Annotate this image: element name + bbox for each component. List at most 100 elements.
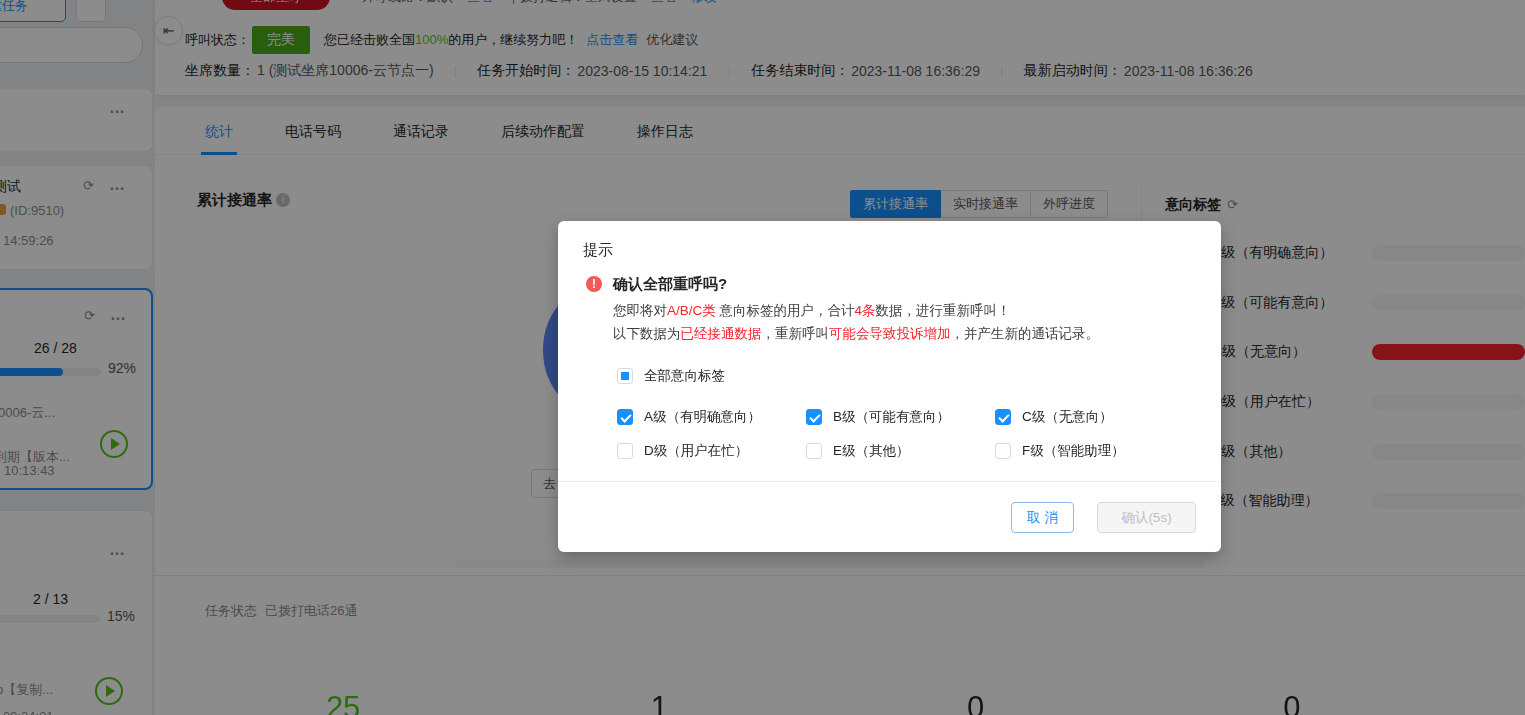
dialog-text-2: 以下数据为已经接通数据，重新呼叫可能会导致投诉增加，并产生新的通话记录。 xyxy=(613,325,1099,343)
chart-toggle-group: 累计接通率实时接通率外呼进度 xyxy=(850,190,1108,218)
more-icon[interactable]: … xyxy=(109,541,126,559)
collapse-sidebar-button[interactable]: ⇤ xyxy=(154,16,183,45)
status-text: 您已经击败全国100%的用户，继续努力吧！ xyxy=(324,31,578,49)
intent-row-bar xyxy=(1372,344,1525,360)
clipped-link[interactable]: 查看 xyxy=(651,0,677,6)
intent-row: D级（用户在忙） xyxy=(1212,377,1525,427)
refresh-icon[interactable]: ⟳ xyxy=(83,178,94,193)
intent-checkbox[interactable]: A级（有明确意向） xyxy=(617,408,806,426)
task-card-bottom[interactable]: … 2 / 13 15% p【复制... 09:34:31 xyxy=(0,510,153,715)
dialog-heading: 确认全部重呼吗? xyxy=(613,275,727,294)
tab-4[interactable]: 后续动作配置 xyxy=(501,107,585,155)
intent-row-bar xyxy=(1372,245,1525,261)
latest-value: 2023-11-08 16:36:26 xyxy=(1124,63,1253,79)
checkbox-label: A级（有明确意向） xyxy=(644,408,761,426)
clipped-text: ｜拨打逻辑：全局设置 xyxy=(507,0,637,6)
task-count: 26 / 28 xyxy=(34,340,77,356)
intent-checkbox[interactable]: D级（用户在忙） xyxy=(617,442,806,460)
agents-value: 1 (测试坐席10006-云节点一) xyxy=(257,62,434,80)
stat-value: 1 xyxy=(501,690,817,715)
clipped-link[interactable]: 修改 xyxy=(691,0,717,6)
task-card-selected[interactable]: ⟳ … 26 / 28 92% 0006-云... 到期【版本... 10:13… xyxy=(0,288,153,490)
intent-checkbox[interactable]: E级（其他） xyxy=(806,442,995,460)
start-value: 2023-08-15 10:14:21 xyxy=(577,63,707,79)
checkbox-checked-icon[interactable] xyxy=(617,409,633,425)
chart-toggle-2[interactable]: 实时接通率 xyxy=(941,190,1031,218)
intent-checkbox[interactable]: F级（智能助理） xyxy=(995,442,1125,460)
chart-toggle-3[interactable]: 外呼进度 xyxy=(1031,190,1108,218)
task-card-test[interactable]: 测试 ⟳ … (ID:9510) 14:59:26 xyxy=(0,165,153,270)
task-time: 10:13:43 xyxy=(4,463,55,478)
cancel-button[interactable]: 取 消 xyxy=(1011,502,1074,533)
clipped-toolbar: 全部重呼 外呼线路：默认 查看 ｜拨打逻辑：全局设置 查看 修改 xyxy=(196,0,717,10)
task-sidebar: 新建任务 … 测试 ⟳ … (ID:9510) 14:59:26 ⟳ … 26 … xyxy=(0,0,155,715)
task-line1: p【复制... xyxy=(0,681,53,699)
checkbox-icon[interactable] xyxy=(995,443,1011,459)
intent-row-label: D级（用户在忙） xyxy=(1212,393,1372,411)
stat-value: 25 xyxy=(185,690,501,715)
tab-2[interactable]: 电话号码 xyxy=(285,107,341,155)
sidebar-mini-button[interactable] xyxy=(76,0,106,22)
checkbox-icon[interactable] xyxy=(617,443,633,459)
intent-row-label: A级（有明确意向） xyxy=(1212,244,1372,262)
intent-row-label: F级（智能助理） xyxy=(1212,492,1372,510)
horizontal-scrollbar[interactable] xyxy=(455,560,1205,568)
task-line1: 0006-云... xyxy=(0,404,55,422)
refresh-icon[interactable]: ⟳ xyxy=(1227,197,1238,212)
play-button[interactable] xyxy=(100,430,128,458)
checkbox-label: D级（用户在忙） xyxy=(644,442,748,460)
intent-row: E级（其他） xyxy=(1212,427,1525,477)
new-task-button[interactable]: 新建任务 xyxy=(0,0,66,22)
intent-row-bar xyxy=(1372,394,1525,410)
intent-row-label: C级（无意向） xyxy=(1212,343,1372,361)
checkbox-checked-icon[interactable] xyxy=(995,409,1011,425)
all-intent-checkbox[interactable]: 全部意向标签 xyxy=(617,367,725,385)
tab-5[interactable]: 操作日志 xyxy=(637,107,693,155)
checkbox-indeterminate-icon[interactable] xyxy=(617,368,633,384)
task-time: 14:59:26 xyxy=(3,233,54,248)
call-status-label: 呼叫状态： xyxy=(185,31,250,49)
checkbox-icon[interactable] xyxy=(806,443,822,459)
confirm-button[interactable]: 确认(5s) xyxy=(1097,502,1196,533)
status-badge: 完美 xyxy=(252,26,310,54)
suggestion-text: 优化建议 xyxy=(646,31,698,49)
separator: ｜ xyxy=(996,63,1008,80)
clipped-link[interactable]: 查看 xyxy=(467,0,493,6)
play-button[interactable] xyxy=(95,677,123,705)
view-link[interactable]: 点击查看 xyxy=(586,31,638,49)
intent-row-label: B级（可能有意向） xyxy=(1212,294,1372,312)
intent-row: B级（可能有意向） xyxy=(1212,278,1525,328)
tab-1[interactable]: 统计 xyxy=(205,107,233,155)
task-id: (ID:9510) xyxy=(0,203,64,218)
refresh-icon[interactable]: ⟳ xyxy=(84,308,95,323)
intent-row-bar xyxy=(1372,444,1525,460)
more-icon[interactable]: … xyxy=(109,99,126,117)
intent-row-bar xyxy=(1372,295,1525,311)
tab-3[interactable]: 通话记录 xyxy=(393,107,449,155)
intent-checkbox-grid: A级（有明确意向） B级（可能有意向）C级（无意向） D级（用户在忙） E级（其他） F… xyxy=(617,400,1177,468)
separator: ｜ xyxy=(723,63,735,80)
info-icon[interactable]: i xyxy=(276,193,290,207)
tab-bar: 统计 电话号码 通话记录 后续动作配置 操作日志 xyxy=(155,107,1525,155)
dialog-title: 提示 xyxy=(583,241,613,260)
end-label: 任务结束时间： xyxy=(751,62,849,80)
intent-checkbox[interactable]: C级（无意向） xyxy=(995,408,1113,426)
intent-checkbox[interactable]: B级（可能有意向） xyxy=(806,408,995,426)
checkbox-label: E级（其他） xyxy=(833,442,910,460)
task-header: 全部重呼 外呼线路：默认 查看 ｜拨打逻辑：全局设置 查看 修改 呼叫状态： 完… xyxy=(155,0,1525,95)
checkbox-checked-icon[interactable] xyxy=(806,409,822,425)
more-icon[interactable]: … xyxy=(110,306,127,324)
more-icon[interactable]: … xyxy=(109,176,126,194)
task-card[interactable]: … xyxy=(0,88,153,152)
checkbox-label: F级（智能助理） xyxy=(1022,442,1125,460)
task-count: 2 / 13 xyxy=(33,591,68,607)
task-status-row: 任务状态已拨打电话26通 xyxy=(197,602,357,620)
task-search-input[interactable] xyxy=(0,27,143,63)
redial-all-button[interactable]: 全部重呼 xyxy=(222,0,330,10)
stats-row: 25100 xyxy=(185,690,1450,715)
chart-toggle-1[interactable]: 累计接通率 xyxy=(850,190,941,218)
intent-row-bar xyxy=(1372,493,1525,509)
intent-row: A级（有明确意向） xyxy=(1212,228,1525,278)
dialog-footer: 取 消 确认(5s) xyxy=(1011,502,1196,533)
stat-value: 0 xyxy=(818,690,1134,715)
